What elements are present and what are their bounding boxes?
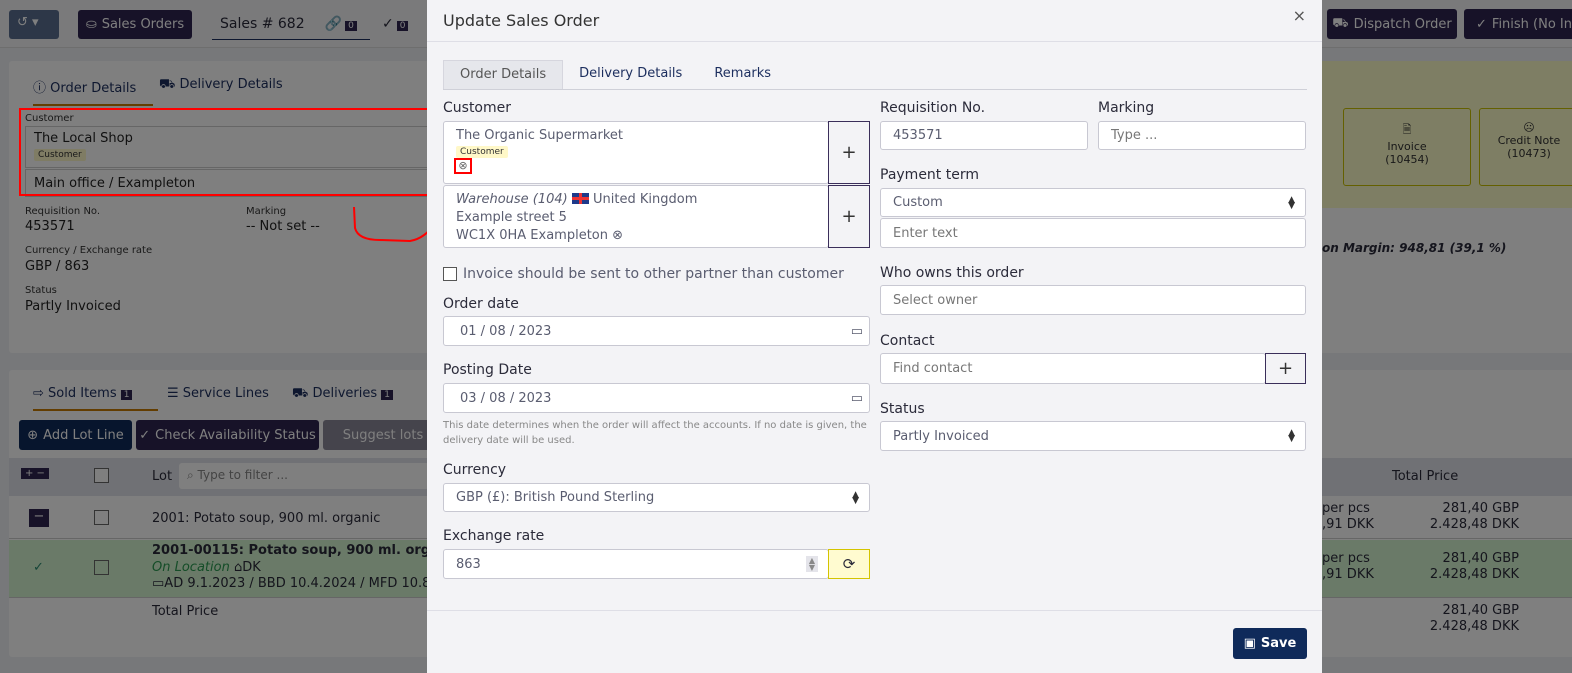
update-sales-order-modal: Update Sales Order × Order Details Delive… bbox=[427, 0, 1322, 673]
payment-term-label: Payment term bbox=[880, 167, 979, 183]
tab-order-details[interactable]: Order Details bbox=[443, 60, 564, 89]
marking-label: Marking bbox=[1098, 100, 1155, 116]
contact-label: Contact bbox=[880, 333, 935, 349]
marking-input[interactable]: Type ... bbox=[1098, 121, 1306, 150]
refresh-rate-button[interactable]: ⟳ bbox=[828, 549, 870, 579]
refresh-icon: ⟳ bbox=[842, 555, 856, 573]
order-date-label: Order date bbox=[443, 296, 519, 312]
invoice-other-label: Invoice should be sent to other partner … bbox=[463, 266, 844, 282]
save-icon: ▣ bbox=[1243, 636, 1256, 651]
address-street: Example street 5 bbox=[456, 210, 567, 225]
select-arrows-icon: ▲ ▼ bbox=[852, 489, 859, 506]
modal-tabs: Order Details Delivery Details Remarks bbox=[443, 60, 1307, 90]
address-field[interactable]: Warehouse (104) United Kingdom Example s… bbox=[443, 185, 829, 248]
add-customer-button[interactable]: + bbox=[828, 121, 870, 184]
clear-customer-icon[interactable]: ⊗ bbox=[454, 158, 472, 174]
close-icon[interactable]: × bbox=[1293, 6, 1306, 25]
clear-address-icon[interactable]: ⊗ bbox=[612, 228, 623, 243]
requisition-label: Requisition No. bbox=[880, 100, 986, 116]
footer-divider bbox=[427, 610, 1322, 611]
address-type: Warehouse (104) bbox=[456, 192, 568, 207]
calendar-icon[interactable]: ▭ bbox=[851, 391, 863, 406]
owner-select[interactable]: Select owner bbox=[880, 285, 1306, 315]
customer-badge: Customer bbox=[456, 146, 508, 158]
customer-field[interactable]: The Organic Supermarket Customer ⊗ bbox=[443, 121, 829, 184]
order-date-input[interactable]: 01 / 08 / 2023 ▭ bbox=[443, 316, 870, 346]
select-arrows-icon: ▲ ▼ bbox=[1288, 194, 1295, 211]
currency-label: Currency bbox=[443, 462, 507, 478]
select-arrows-icon: ▲ ▼ bbox=[1288, 428, 1295, 444]
currency-select[interactable]: GBP (£): British Pound Sterling ▲ ▼ bbox=[443, 483, 870, 512]
exchange-rate-input[interactable]: 863 ▲ ▼ bbox=[443, 549, 829, 579]
exchange-label: Exchange rate bbox=[443, 528, 545, 544]
customer-name: The Organic Supermarket bbox=[456, 128, 624, 143]
status-select[interactable]: Partly Invoiced ▲ ▼ bbox=[880, 421, 1306, 451]
posting-date-input[interactable]: 03 / 08 / 2023 ▭ bbox=[443, 383, 870, 413]
modal-title: Update Sales Order bbox=[443, 11, 600, 30]
posting-date-help: This date determines when the order will… bbox=[443, 420, 867, 446]
status-label: Status bbox=[880, 401, 925, 417]
payment-term-text-input[interactable]: Enter text bbox=[880, 218, 1306, 248]
address-country: United Kingdom bbox=[593, 192, 698, 207]
calendar-icon[interactable]: ▭ bbox=[851, 324, 863, 339]
spinner-icon[interactable]: ▲ ▼ bbox=[805, 556, 818, 572]
save-button[interactable]: ▣ Save bbox=[1233, 628, 1307, 659]
requisition-input[interactable]: 453571 bbox=[880, 121, 1088, 150]
customer-label: Customer bbox=[443, 100, 512, 116]
contact-input[interactable]: Find contact bbox=[880, 353, 1266, 384]
tab-delivery-details[interactable]: Delivery Details bbox=[563, 60, 698, 89]
payment-term-select[interactable]: Custom ▲ ▼ bbox=[880, 188, 1306, 217]
invoice-other-checkbox[interactable] bbox=[443, 267, 457, 281]
add-address-button[interactable]: + bbox=[828, 185, 870, 248]
posting-date-label: Posting Date bbox=[443, 362, 532, 378]
add-contact-button[interactable]: + bbox=[1265, 353, 1306, 384]
uk-flag-icon bbox=[571, 193, 589, 204]
address-city: WC1X 0HA Exampleton bbox=[456, 228, 609, 243]
owner-label: Who owns this order bbox=[880, 265, 1024, 281]
tab-remarks[interactable]: Remarks bbox=[698, 60, 787, 89]
